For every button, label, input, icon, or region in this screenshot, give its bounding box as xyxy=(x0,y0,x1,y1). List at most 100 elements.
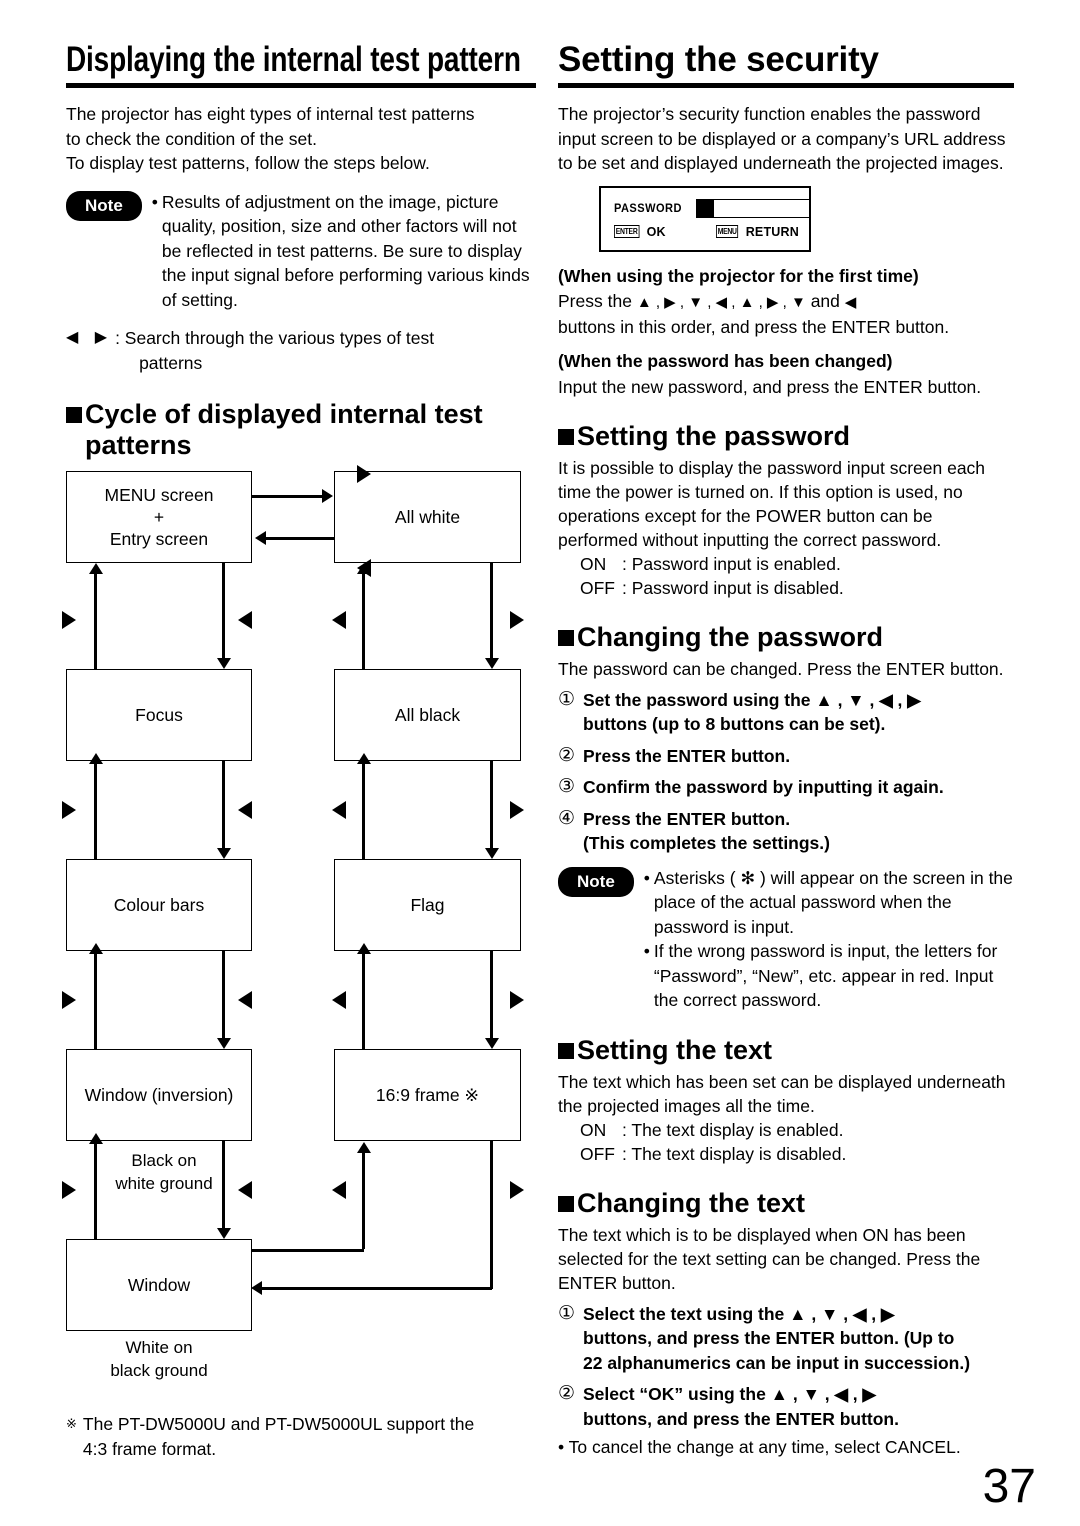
square-bullet-icon xyxy=(558,629,574,646)
setting-text-paragraph: The text which has been set can be displ… xyxy=(558,1071,1006,1116)
flow-line-colourbars-up xyxy=(94,762,97,859)
note-bullet-item: • If the wrong password is input, the le… xyxy=(644,939,1014,1013)
arrowhead-right-icon xyxy=(322,489,333,503)
right-intro-paragraph: The projector’s security function enable… xyxy=(558,104,1006,173)
section-heading-cycle-label: Cycle of displayed internal test pattern… xyxy=(85,399,483,460)
changing-text-cancel-note: • To cancel the change at any time, sele… xyxy=(558,1437,961,1457)
arrowhead-up-icon xyxy=(356,563,371,574)
flow-line-menu-down xyxy=(222,563,225,660)
note-text-wrapper: • Results of adjustment on the image, pi… xyxy=(152,190,536,313)
step-text-line1: Set the password using the ▲ , ▼ , ◀ , ▶ xyxy=(583,689,921,710)
left-intro-line-1: The projector has eight types of interna… xyxy=(66,104,475,124)
square-bullet-icon xyxy=(558,1042,574,1059)
section-heading-changing-password: Changing the password xyxy=(558,622,1014,653)
button-hint-left-icon xyxy=(238,991,252,1009)
setting-password-option-off: OFF : Password input is disabled. xyxy=(580,576,1014,600)
step-text-line2: buttons, and press the ENTER button. (Up… xyxy=(583,1328,955,1348)
arrowhead-down-icon xyxy=(484,848,499,859)
flow-caption-black-on-white-line2: white ground xyxy=(115,1174,213,1193)
first-time-body: Press the ▲ , ▶ , ▼ , ◀ , ▲ , ▶ , ▼ and … xyxy=(558,289,1014,339)
footnote-text: The PT-DW5000U and PT-DW5000UL support t… xyxy=(83,1412,536,1461)
flow-box-window-inversion-label: Window (inversion) xyxy=(84,1085,234,1105)
flow-box-flag: Flag xyxy=(334,859,521,951)
setting-text-options: ON : The text display is enabled. OFF : … xyxy=(580,1118,1014,1166)
changing-text-steps: ① Select the text using the ▲ , ▼ , ◀ , … xyxy=(558,1302,1014,1432)
left-intro-line-3: To display test patterns, follow the ste… xyxy=(66,153,430,173)
setting-text-option-on: ON : The text display is enabled. xyxy=(580,1118,1014,1142)
step-number: ① xyxy=(558,688,576,710)
flow-line-allblack-up xyxy=(362,572,365,669)
flow-line-169frame-to-window xyxy=(262,1287,492,1290)
note-text: If the wrong password is input, the lett… xyxy=(653,941,998,1010)
flow-box-all-white-label: All white xyxy=(394,507,461,527)
button-hint-left-icon xyxy=(238,801,252,819)
flow-box-all-black: All black xyxy=(334,669,521,761)
flow-line-allwhite-down xyxy=(490,563,493,660)
button-hint-left-icon xyxy=(238,1181,252,1199)
flow-box-colour-bars-label: Colour bars xyxy=(113,895,205,915)
left-intro-paragraph: The projector has eight types of interna… xyxy=(66,102,536,176)
flow-line-window-to-169frame-riser xyxy=(362,1151,365,1249)
arrowhead-down-icon xyxy=(216,1228,231,1239)
setting-text-option-off: OFF : The text display is disabled. xyxy=(580,1142,1014,1166)
button-hint-right-icon xyxy=(62,611,76,629)
search-arrows-line: ◀ ▶ : Search through the various types o… xyxy=(66,326,536,375)
note-badge: Note xyxy=(558,866,634,897)
step-number: ② xyxy=(558,744,576,766)
arrowhead-left-icon xyxy=(251,1281,262,1295)
flow-box-window-label: Window xyxy=(127,1275,191,1295)
flow-line-flag-up xyxy=(362,762,365,859)
note-text: Asterisks ( ✻ ) will appear on the scree… xyxy=(653,867,1013,937)
osd-key-hints-row: ENTER OK MENU RETURN xyxy=(614,225,799,239)
square-bullet-icon xyxy=(558,428,574,445)
flow-box-menu-entry: MENU screen + Entry screen xyxy=(66,471,252,563)
setting-password-off-key: OFF xyxy=(580,577,615,598)
flow-line-allblack-down xyxy=(490,761,493,850)
arrowhead-up-icon xyxy=(88,563,103,574)
flow-box-menu-entry-line1: MENU screen xyxy=(104,485,214,505)
button-hint-left-icon xyxy=(332,1181,346,1199)
step-text: Select “OK” using the ▲ , ▼ , ◀ , ▶ butt… xyxy=(583,1382,1014,1431)
step-item: ② Press the ENTER button. xyxy=(558,744,1014,769)
osd-cursor-block xyxy=(696,199,714,217)
osd-password-row: PASSWORD xyxy=(614,198,810,218)
flow-line-flag-down xyxy=(490,951,493,1040)
left-intro-line-2: to check the condition of the set. xyxy=(66,128,317,149)
changing-text-body: The text which is to be displayed when O… xyxy=(558,1224,981,1293)
first-time-and: and xyxy=(810,291,840,311)
note-block-password: Note • Asterisks ( ✻ ) will appear on th… xyxy=(558,866,1014,1013)
button-hint-right-icon xyxy=(62,1181,76,1199)
step-text-line1: Select “OK” using the ▲ , ▼ , ◀ , ▶ xyxy=(583,1384,876,1404)
flow-box-menu-entry-line2: + xyxy=(153,507,165,527)
arrowhead-down-icon xyxy=(484,1038,499,1049)
left-chapter-title: Displaying the internal test pattern xyxy=(66,40,521,79)
flow-line-colourbars-down xyxy=(222,951,225,1040)
arrowhead-up-icon xyxy=(88,753,103,764)
arrowhead-up-icon xyxy=(88,943,103,954)
step-text-line2: buttons, and press the ENTER button. xyxy=(583,1408,899,1429)
button-hint-right-icon xyxy=(510,611,524,629)
changing-password-steps: ① Set the password using the ▲ , ▼ , ◀ ,… xyxy=(558,688,1014,856)
left-title-rule xyxy=(66,83,536,88)
search-arrows-text-wrapper: : Search through the various types of te… xyxy=(115,326,536,375)
button-hint-right-icon xyxy=(510,991,524,1009)
step-text: Press the ENTER button. (This completes … xyxy=(583,807,1014,856)
step-item: ④ Press the ENTER button. (This complete… xyxy=(558,807,1014,856)
section-heading-changing-text: Changing the text xyxy=(558,1188,1014,1219)
step-text: Set the password using the ▲ , ▼ , ◀ , ▶… xyxy=(583,688,1014,737)
enter-keycap-icon: ENTER xyxy=(614,225,640,238)
password-changed-heading: (When the password has been changed) xyxy=(558,351,893,371)
footnote-mark-icon: ※ xyxy=(66,1416,77,1431)
section-heading-cycle: Cycle of displayed internal test pattern… xyxy=(66,399,536,461)
flow-box-focus-label: Focus xyxy=(135,705,183,725)
arrowhead-down-icon xyxy=(484,658,499,669)
button-hint-left-icon xyxy=(332,801,346,819)
button-hint-right-icon xyxy=(62,801,76,819)
left-right-arrow-icons: ◀ ▶ xyxy=(66,329,114,346)
right-column: Setting the security The projector’s sec… xyxy=(558,40,1014,1459)
section-heading-changing-password-label: Changing the password xyxy=(577,621,884,652)
flow-box-window: Window xyxy=(66,1239,252,1331)
flow-caption-white-on-black-line2: black ground xyxy=(110,1361,208,1380)
flow-box-all-white: All white xyxy=(334,471,521,563)
left-column: Displaying the internal test pattern The… xyxy=(62,40,536,1380)
